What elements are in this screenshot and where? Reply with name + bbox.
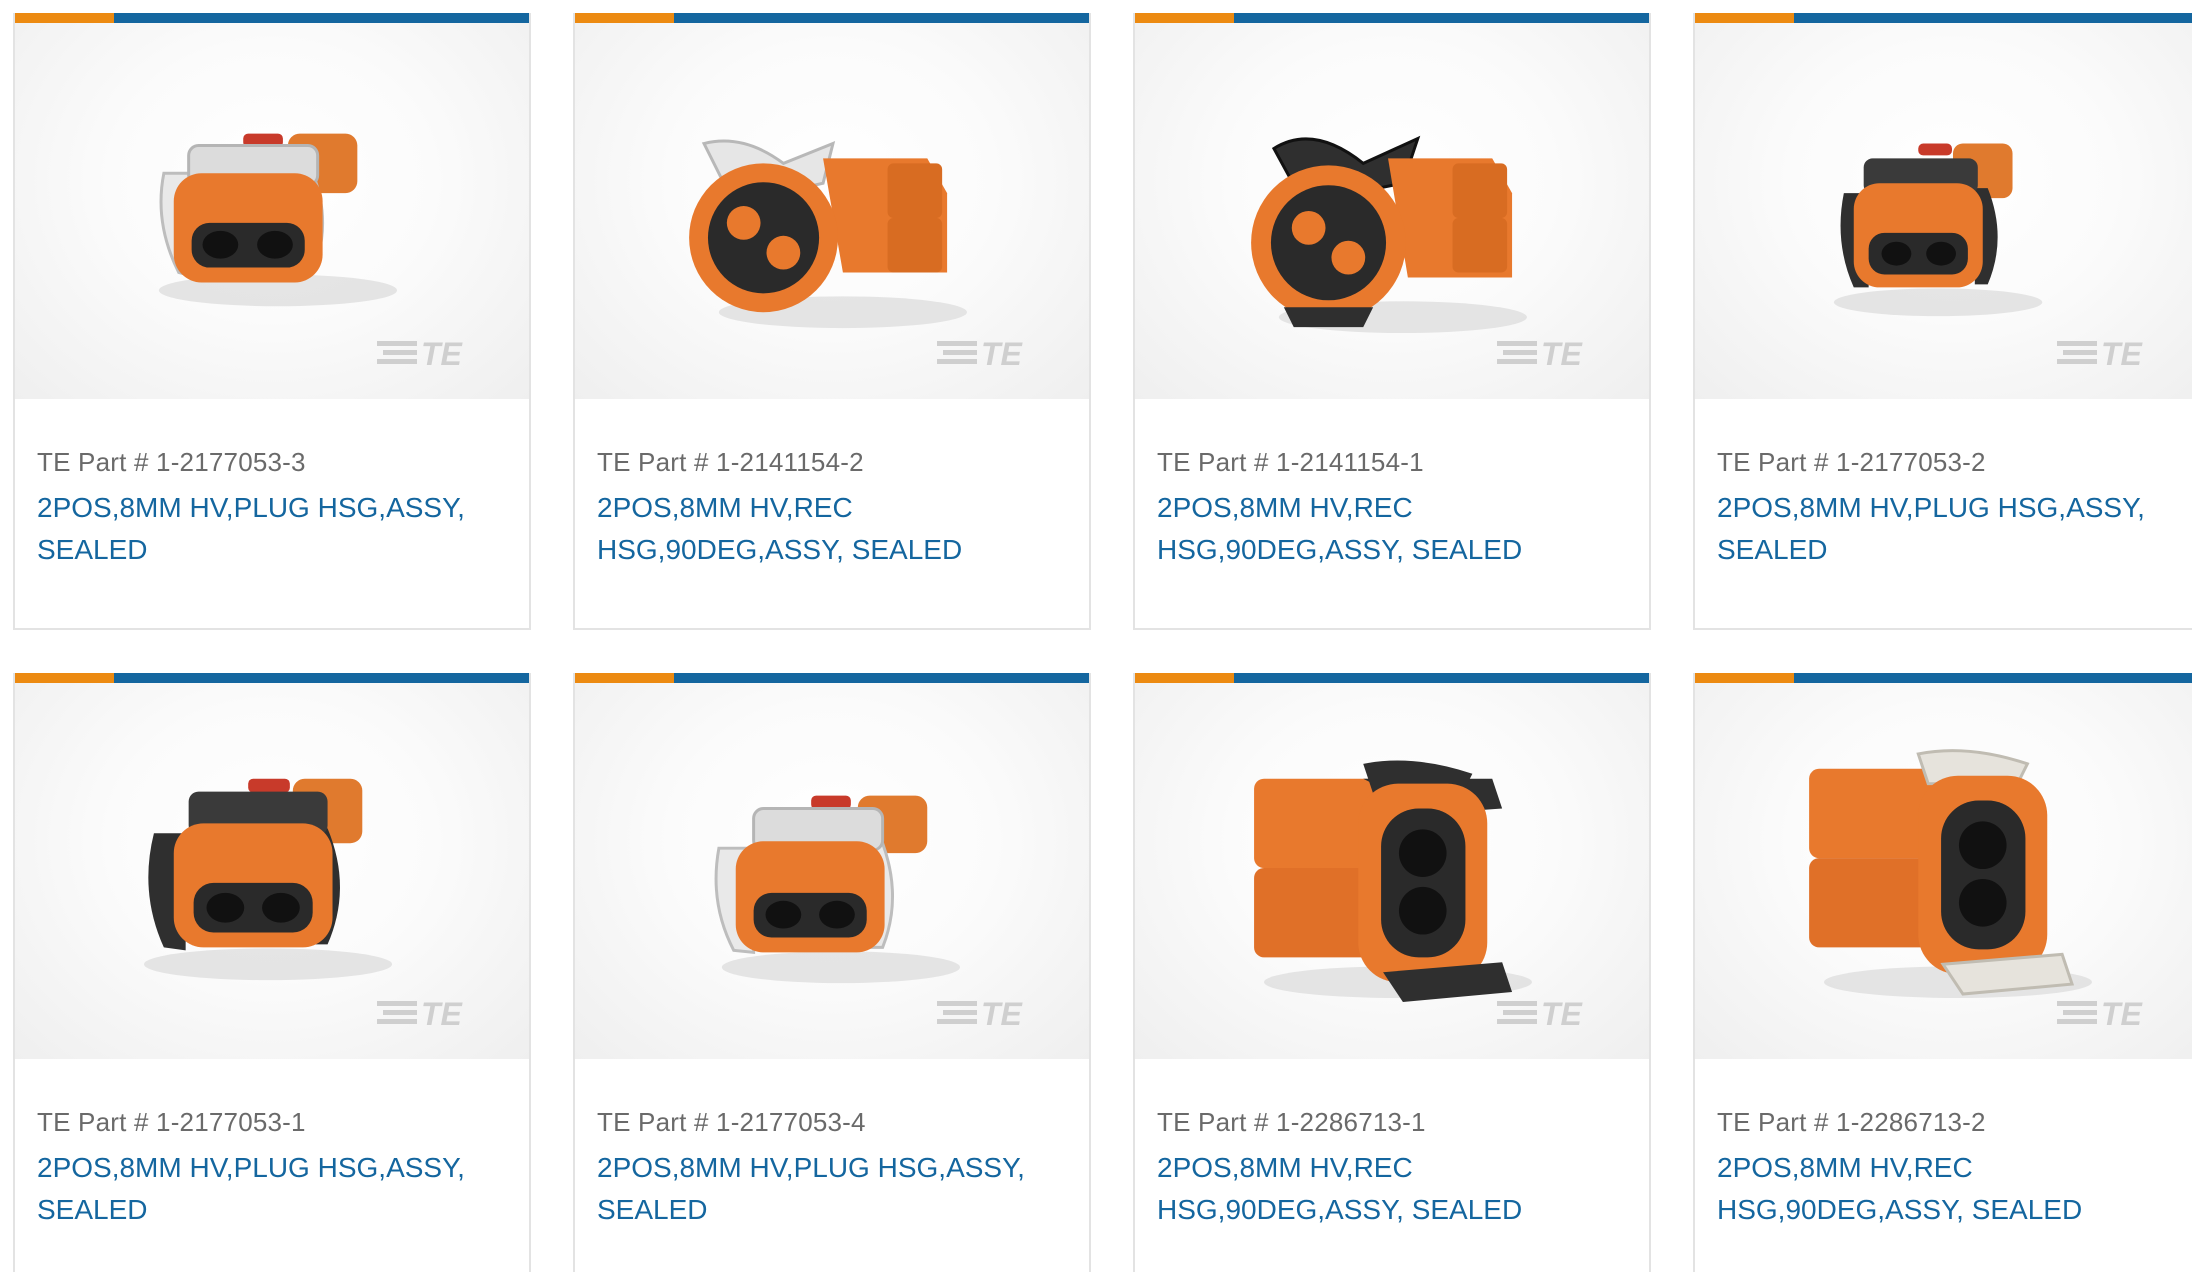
product-image[interactable]: TE xyxy=(1135,683,1649,1059)
part-number: TE Part # 1-2177053-3 xyxy=(37,447,306,477)
svg-text:TE: TE xyxy=(2101,336,2144,369)
te-logo-icon: TE xyxy=(1497,996,1584,1029)
part-description-link[interactable]: 2POS,8MM HV,PLUG HSG,ASSY, SEALED xyxy=(597,1147,1067,1231)
part-number: TE Part # 1-2286713-2 xyxy=(1717,1107,1986,1137)
part-description-link[interactable]: 2POS,8MM HV,REC HSG,90DEG,ASSY, SEALED xyxy=(1157,487,1627,571)
part-number: TE Part # 1-2177053-4 xyxy=(597,1107,866,1137)
part-number: TE Part # 1-2286713-1 xyxy=(1157,1107,1426,1137)
svg-text:TE: TE xyxy=(981,336,1024,369)
product-card[interactable]: TE TE Part # 1-2286713-1 2POS,8MM HV,REC… xyxy=(1133,673,1651,1272)
part-description-link[interactable]: 2POS,8MM HV,REC HSG,90DEG,ASSY, SEALED xyxy=(597,487,1067,571)
card-accent-bar xyxy=(1695,13,2192,23)
product-card[interactable]: TE TE Part # 1-2177053-4 2POS,8MM HV,PLU… xyxy=(573,673,1091,1272)
product-image[interactable]: TE xyxy=(1695,683,2192,1059)
part-description-link[interactable]: 2POS,8MM HV,PLUG HSG,ASSY, SEALED xyxy=(37,487,507,571)
card-accent-bar xyxy=(1135,13,1649,23)
product-card[interactable]: TE TE Part # 1-2177053-3 2POS,8MM HV,PLU… xyxy=(13,13,531,630)
svg-text:TE: TE xyxy=(2101,996,2144,1029)
product-card[interactable]: TE TE Part # 1-2177053-1 2POS,8MM HV,PLU… xyxy=(13,673,531,1272)
product-grid: TE TE Part # 1-2177053-3 2POS,8MM HV,PLU… xyxy=(0,0,2192,1272)
product-image[interactable]: TE xyxy=(1695,23,2192,399)
part-number: TE Part # 1-2177053-2 xyxy=(1717,447,1986,477)
part-number: TE Part # 1-2141154-1 xyxy=(1157,447,1424,477)
part-number: TE Part # 1-2177053-1 xyxy=(37,1107,306,1137)
part-description-link[interactable]: 2POS,8MM HV,PLUG HSG,ASSY, SEALED xyxy=(37,1147,507,1231)
product-image[interactable]: TE xyxy=(15,683,529,1059)
te-logo-icon: TE xyxy=(2057,336,2144,369)
svg-text:TE: TE xyxy=(1541,336,1584,369)
card-accent-bar xyxy=(15,673,529,683)
product-card[interactable]: TE TE Part # 1-2286713-2 2POS,8MM HV,REC… xyxy=(1693,673,2192,1272)
card-accent-bar xyxy=(1695,673,2192,683)
svg-text:TE: TE xyxy=(1541,996,1584,1029)
part-number: TE Part # 1-2141154-2 xyxy=(597,447,864,477)
product-card[interactable]: TE TE Part # 1-2177053-2 2POS,8MM HV,PLU… xyxy=(1693,13,2192,630)
svg-text:TE: TE xyxy=(421,336,464,369)
product-card[interactable]: TE TE Part # 1-2141154-2 2POS,8MM HV,REC… xyxy=(573,13,1091,630)
product-card[interactable]: TE TE Part # 1-2141154-1 2POS,8MM HV,REC… xyxy=(1133,13,1651,630)
te-logo-icon: TE xyxy=(2057,996,2144,1029)
card-accent-bar xyxy=(15,13,529,23)
te-logo-icon: TE xyxy=(377,996,464,1029)
te-logo-icon: TE xyxy=(1497,336,1584,369)
te-logo-icon: TE xyxy=(937,336,1024,369)
product-image[interactable]: TE xyxy=(575,683,1089,1059)
card-accent-bar xyxy=(1135,673,1649,683)
part-description-link[interactable]: 2POS,8MM HV,PLUG HSG,ASSY, SEALED xyxy=(1717,487,2187,571)
card-accent-bar xyxy=(575,673,1089,683)
card-accent-bar xyxy=(575,13,1089,23)
part-description-link[interactable]: 2POS,8MM HV,REC HSG,90DEG,ASSY, SEALED xyxy=(1717,1147,2187,1231)
part-description-link[interactable]: 2POS,8MM HV,REC HSG,90DEG,ASSY, SEALED xyxy=(1157,1147,1627,1231)
product-image[interactable]: TE xyxy=(15,23,529,399)
svg-text:TE: TE xyxy=(421,996,464,1029)
te-logo-icon: TE xyxy=(937,996,1024,1029)
product-image[interactable]: TE xyxy=(575,23,1089,399)
svg-text:TE: TE xyxy=(981,996,1024,1029)
product-image[interactable]: TE xyxy=(1135,23,1649,399)
te-logo-icon: TE xyxy=(377,336,464,369)
